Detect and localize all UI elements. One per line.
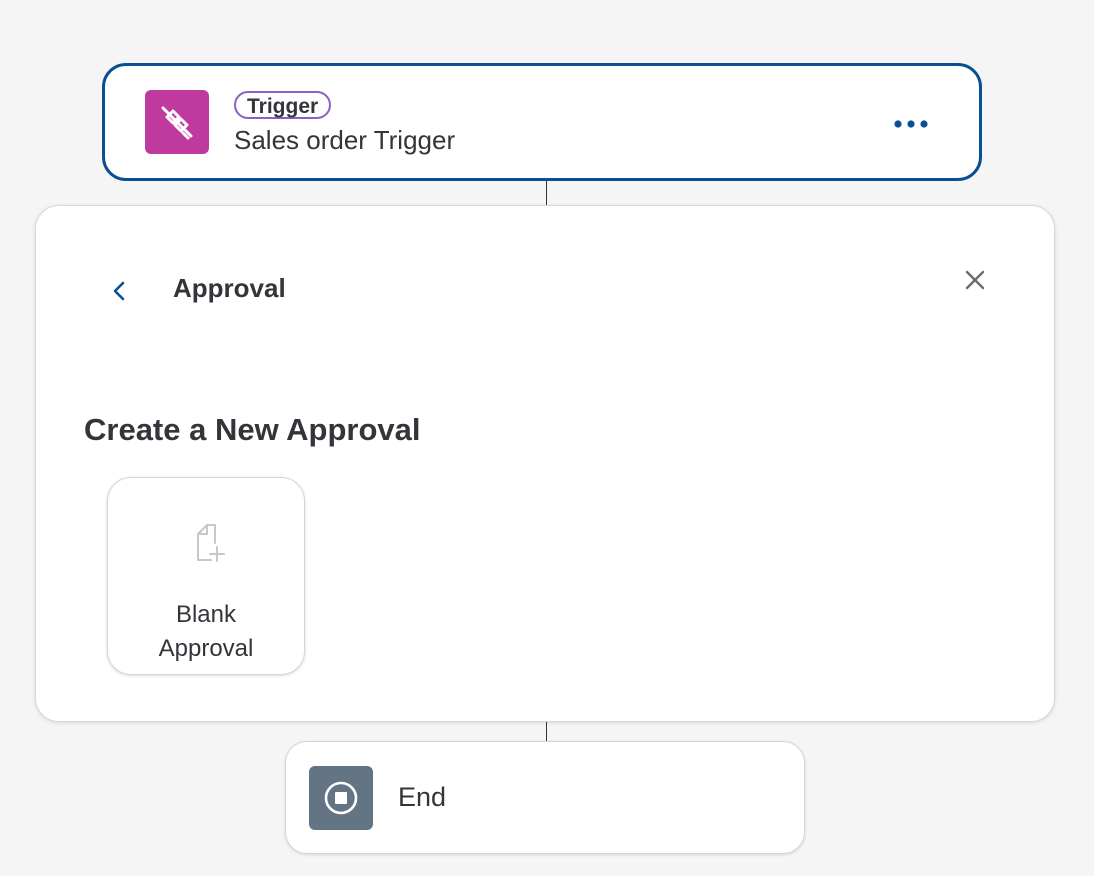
plug-disconnected-icon [145,90,209,154]
chevron-left-icon[interactable] [100,272,138,310]
connector-line-top [546,181,547,205]
connector-line-bottom [546,722,547,741]
approval-panel: Approval Create a New Approval Blank App… [35,205,1055,722]
trigger-node[interactable]: Trigger Sales order Trigger [102,63,982,181]
document-add-icon [187,522,227,564]
trigger-badge: Trigger [234,91,332,119]
stop-icon [309,766,373,830]
tile-label-line1: Blank [175,601,237,628]
more-icon[interactable] [891,104,931,144]
tile-label-line2: Approval [158,635,254,662]
close-icon[interactable] [956,261,994,299]
tile-label: Blank Approval [108,598,304,666]
section-heading: Create a New Approval [84,412,421,447]
blank-approval-tile[interactable]: Blank Approval [107,477,305,675]
end-label: End [398,782,447,812]
panel-title: Approval [173,273,286,303]
end-node[interactable]: End [285,741,805,854]
trigger-title: Sales order Trigger [234,125,456,155]
